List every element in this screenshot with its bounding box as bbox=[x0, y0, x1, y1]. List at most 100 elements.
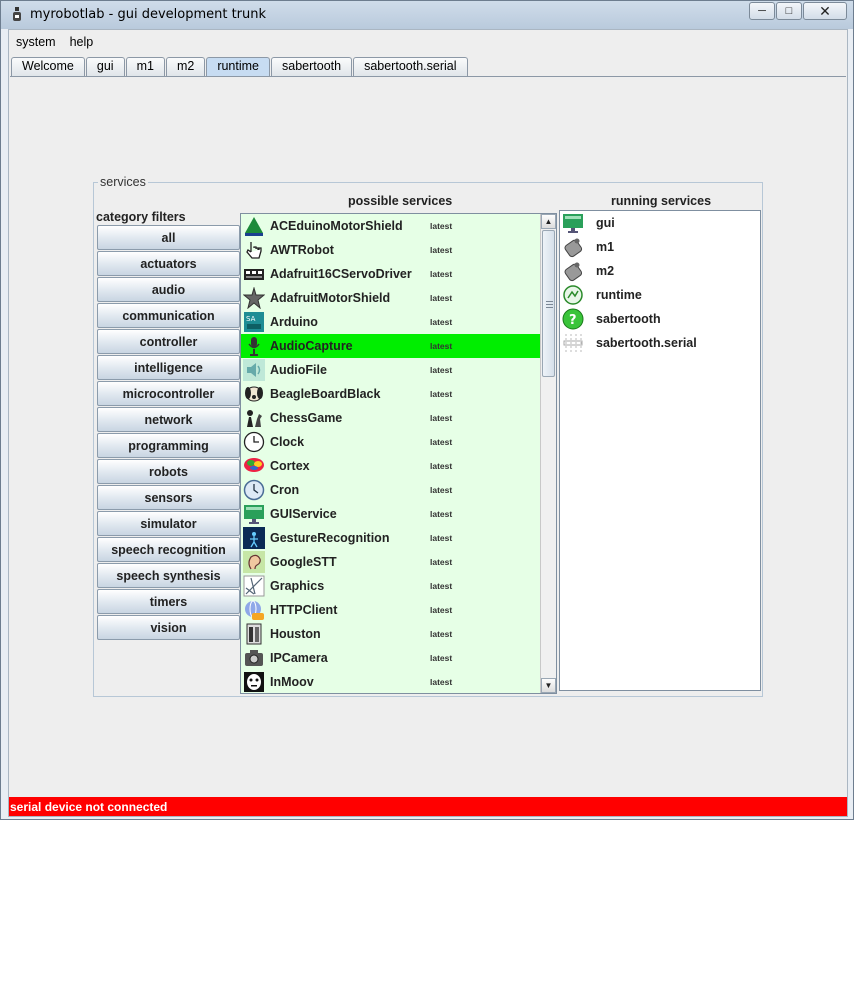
running-service-name: m2 bbox=[596, 264, 615, 278]
minimize-icon: ─ bbox=[758, 5, 766, 17]
running-service-m2[interactable]: m2 bbox=[560, 259, 760, 283]
cron-clock-icon bbox=[243, 479, 265, 501]
service-row-adafruitmotorshield[interactable]: AdafruitMotorShield latest bbox=[241, 286, 541, 310]
service-row-adafruit16cservodriver[interactable]: Adafruit16CServoDriver latest bbox=[241, 262, 541, 286]
filter-sensors-button[interactable]: sensors bbox=[97, 485, 240, 510]
maximize-button[interactable]: □ bbox=[776, 2, 802, 20]
service-row-arduino[interactable]: SA Arduino latest bbox=[241, 310, 541, 334]
service-version: latest bbox=[430, 509, 453, 519]
service-version: latest bbox=[430, 677, 453, 687]
service-name: ChessGame bbox=[270, 411, 343, 425]
tab-runtime[interactable]: runtime bbox=[206, 57, 270, 77]
service-row-audiofile[interactable]: AudioFile latest bbox=[241, 358, 541, 382]
filter-actuators-button[interactable]: actuators bbox=[97, 251, 240, 276]
possible-services-scrollbar[interactable]: ▲ ▼ bbox=[540, 214, 556, 693]
tab-m1[interactable]: m1 bbox=[125, 57, 165, 76]
adafruit-star-icon bbox=[243, 287, 265, 309]
brain-icon bbox=[244, 458, 264, 472]
filter-speech-synthesis-button[interactable]: speech synthesis bbox=[97, 563, 240, 588]
filter-communication-button[interactable]: communication bbox=[97, 303, 240, 328]
menu-bar: system help bbox=[9, 30, 847, 54]
title-bar[interactable]: myrobotlab - gui development trunk ─ □ ✕ bbox=[1, 1, 853, 29]
service-version: latest bbox=[430, 365, 453, 375]
tab-welcome[interactable]: Welcome bbox=[11, 57, 85, 76]
service-name: Cron bbox=[270, 483, 300, 497]
running-service-name: sabertooth bbox=[596, 312, 661, 326]
scroll-up-button[interactable]: ▲ bbox=[541, 214, 556, 229]
tab-sabertooth[interactable]: sabertooth bbox=[271, 57, 353, 76]
service-row-guiservice[interactable]: GUIService latest bbox=[241, 502, 541, 526]
service-version: latest bbox=[430, 533, 453, 543]
service-name: BeagleBoardBlack bbox=[270, 387, 381, 401]
service-row-cron[interactable]: Cron latest bbox=[241, 478, 541, 502]
service-name: Adafruit16CServoDriver bbox=[270, 267, 412, 281]
svg-text:SA: SA bbox=[246, 315, 256, 323]
minimize-button[interactable]: ─ bbox=[749, 2, 775, 20]
service-version: latest bbox=[430, 605, 453, 615]
service-row-cortex[interactable]: Cortex latest bbox=[241, 454, 541, 478]
service-row-houston[interactable]: Houston latest bbox=[241, 622, 541, 646]
service-row-httpclient[interactable]: HTTPClient latest bbox=[241, 598, 541, 622]
gui-monitor-icon bbox=[244, 505, 264, 524]
filter-programming-button[interactable]: programming bbox=[97, 433, 240, 458]
service-row-graphics[interactable]: Graphics latest bbox=[241, 574, 541, 598]
filter-controller-button[interactable]: controller bbox=[97, 329, 240, 354]
service-name: ACEduinoMotorShield bbox=[270, 219, 403, 233]
running-service-gui[interactable]: gui bbox=[560, 211, 760, 235]
service-version: latest bbox=[430, 317, 453, 327]
tab-gui[interactable]: gui bbox=[85, 57, 125, 76]
scroll-up-icon: ▲ bbox=[544, 217, 553, 226]
running-service-sabertooth-serial[interactable]: sabertooth.serial bbox=[560, 331, 760, 355]
filter-microcontroller-button[interactable]: microcontroller bbox=[97, 381, 240, 406]
filter-timers-button[interactable]: timers bbox=[97, 589, 240, 614]
close-button[interactable]: ✕ bbox=[803, 2, 847, 20]
service-row-awtrobot[interactable]: AWTRobot latest bbox=[241, 238, 541, 262]
close-icon: ✕ bbox=[819, 2, 831, 19]
service-version: latest bbox=[430, 437, 453, 447]
service-row-clock[interactable]: Clock latest bbox=[241, 430, 541, 454]
menu-system[interactable]: system bbox=[9, 35, 63, 49]
service-name: AudioCapture bbox=[270, 339, 353, 353]
runtime-icon bbox=[563, 285, 583, 305]
service-row-googlestt[interactable]: GoogleSTT latest bbox=[241, 550, 541, 574]
possible-services-list[interactable]: ACEduinoMotorShield latest AWTRobot late… bbox=[240, 213, 557, 694]
filter-simulator-button[interactable]: simulator bbox=[97, 511, 240, 536]
app-robot-icon bbox=[13, 7, 21, 21]
service-row-chessgame[interactable]: ChessGame latest bbox=[241, 406, 541, 430]
filter-robots-button[interactable]: robots bbox=[97, 459, 240, 484]
service-name: Cortex bbox=[270, 459, 310, 473]
window-title: myrobotlab - gui development trunk bbox=[30, 7, 267, 22]
service-row-gesturerecognition[interactable]: GestureRecognition latest bbox=[241, 526, 541, 550]
scroll-grip-icon bbox=[546, 301, 553, 308]
service-name: IPCamera bbox=[270, 651, 328, 665]
service-row-audiocapture[interactable]: AudioCapture latest bbox=[241, 334, 541, 358]
tab-m2[interactable]: m2 bbox=[165, 57, 206, 76]
scroll-down-button[interactable]: ▼ bbox=[541, 678, 556, 693]
service-row-beagleboardblack[interactable]: BeagleBoardBlack latest bbox=[241, 382, 541, 406]
filter-audio-button[interactable]: audio bbox=[97, 277, 240, 302]
running-services-list[interactable]: gui m1 m2 runtime ? sabertooth sabertoot… bbox=[559, 210, 761, 691]
filter-all-button[interactable]: all bbox=[97, 225, 240, 250]
tab-sabertooth-serial[interactable]: sabertooth.serial bbox=[353, 57, 468, 76]
scroll-thumb[interactable] bbox=[542, 230, 555, 377]
running-service-m1[interactable]: m1 bbox=[560, 235, 760, 259]
service-version: latest bbox=[430, 413, 453, 423]
filter-intelligence-button[interactable]: intelligence bbox=[97, 355, 240, 380]
service-version: latest bbox=[430, 485, 453, 495]
service-row-ipcamera[interactable]: IPCamera latest bbox=[241, 646, 541, 670]
filter-speech-recognition-button[interactable]: speech recognition bbox=[97, 537, 240, 562]
menu-help[interactable]: help bbox=[63, 35, 101, 49]
service-row-aceduinomotorshield[interactable]: ACEduinoMotorShield latest bbox=[241, 214, 541, 238]
scroll-down-icon: ▼ bbox=[544, 681, 553, 690]
running-service-runtime[interactable]: runtime bbox=[560, 283, 760, 307]
service-row-inmoov[interactable]: InMoov latest bbox=[241, 670, 541, 693]
service-version: latest bbox=[430, 653, 453, 663]
filter-vision-button[interactable]: vision bbox=[97, 615, 240, 640]
speaker-icon bbox=[243, 359, 265, 381]
aceduino-icon bbox=[245, 217, 263, 236]
globe-icon bbox=[245, 600, 264, 620]
running-service-sabertooth[interactable]: ? sabertooth bbox=[560, 307, 760, 331]
running-service-name: sabertooth.serial bbox=[596, 336, 697, 350]
filter-network-button[interactable]: network bbox=[97, 407, 240, 432]
service-name: GoogleSTT bbox=[270, 555, 337, 569]
